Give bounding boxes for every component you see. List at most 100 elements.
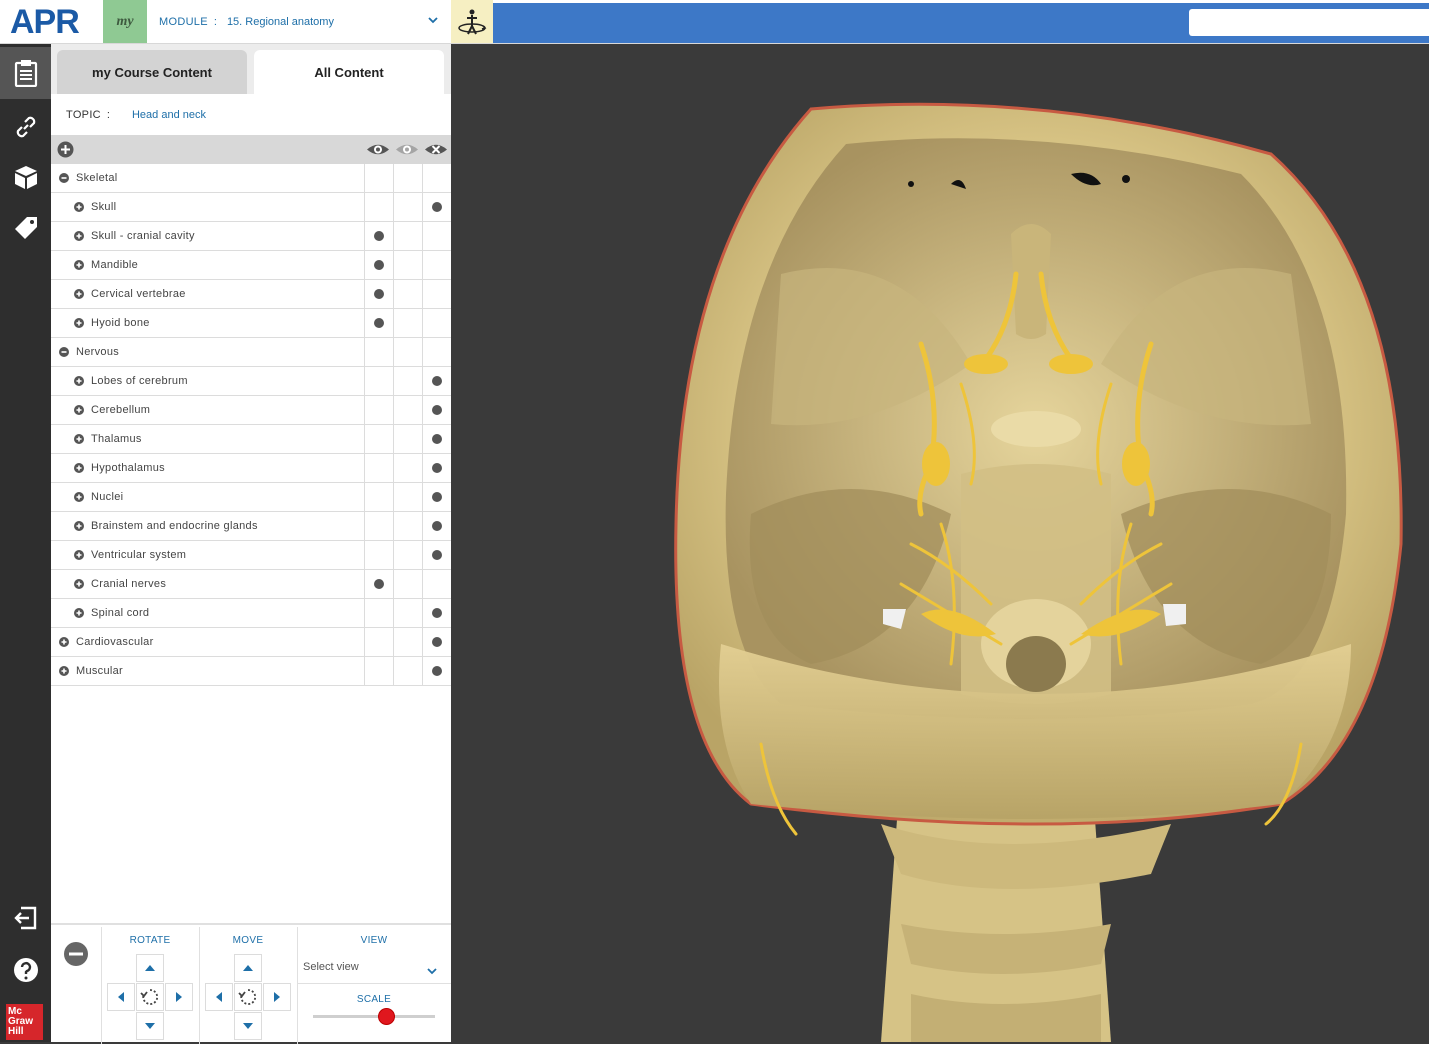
show-toggle[interactable] — [364, 396, 393, 424]
tree-row-label-group[interactable]: Ventricular system — [74, 541, 186, 569]
tree-row-label-group[interactable]: Skeletal — [59, 164, 118, 192]
tree-row-label-group[interactable]: Muscular — [59, 657, 123, 685]
tree-row[interactable]: Hypothalamus — [51, 454, 451, 483]
expand-icon[interactable] — [74, 260, 84, 270]
tree-row[interactable]: Hyoid bone — [51, 309, 451, 338]
scale-slider-handle[interactable] — [378, 1008, 396, 1025]
ghost-toggle[interactable] — [393, 657, 422, 685]
tree-row[interactable]: Mandible — [51, 251, 451, 280]
tree-row[interactable]: Skeletal — [51, 164, 451, 193]
move-up-button[interactable] — [234, 954, 262, 982]
ghost-toggle[interactable] — [393, 280, 422, 308]
topic-selector[interactable]: TOPIC : Head and neck — [51, 94, 451, 135]
show-toggle[interactable] — [364, 628, 393, 656]
tree-row[interactable]: Cranial nerves — [51, 570, 451, 599]
apr-logo[interactable]: APR — [0, 0, 103, 43]
tree-row-label-group[interactable]: Cranial nerves — [74, 570, 166, 598]
show-toggle[interactable] — [364, 657, 393, 685]
rail-item-models[interactable] — [0, 151, 51, 203]
expand-icon[interactable] — [74, 318, 84, 328]
rail-item-content[interactable] — [0, 47, 51, 99]
show-toggle[interactable] — [364, 541, 393, 569]
move-reset-button[interactable] — [234, 983, 262, 1011]
tree-row-label-group[interactable]: Cervical vertebrae — [74, 280, 186, 308]
collapse-icon[interactable] — [59, 173, 69, 183]
rotate-down-button[interactable] — [136, 1012, 164, 1040]
tree-row[interactable]: Cerebellum — [51, 396, 451, 425]
ghost-toggle[interactable] — [393, 570, 422, 598]
rotate-left-button[interactable] — [107, 983, 135, 1011]
ghost-toggle[interactable] — [393, 396, 422, 424]
ghost-toggle[interactable] — [393, 222, 422, 250]
chevron-down-icon[interactable] — [426, 965, 438, 977]
collapse-controls-icon[interactable] — [63, 941, 89, 967]
tree-row[interactable]: Nervous — [51, 338, 451, 367]
hide-toggle[interactable] — [422, 396, 451, 424]
expand-icon[interactable] — [74, 492, 84, 502]
ghost-toggle[interactable] — [393, 541, 422, 569]
show-toggle[interactable] — [364, 280, 393, 308]
hide-toggle[interactable] — [422, 599, 451, 627]
tree-row[interactable]: Spinal cord — [51, 599, 451, 628]
tree-row-label-group[interactable]: Nuclei — [74, 483, 123, 511]
show-toggle[interactable] — [364, 367, 393, 395]
tree-row[interactable]: Lobes of cerebrum — [51, 367, 451, 396]
hide-toggle[interactable] — [422, 367, 451, 395]
navigation-mode-button[interactable] — [451, 0, 493, 43]
tab-all-content[interactable]: All Content — [254, 50, 444, 94]
search-input[interactable] — [1189, 9, 1429, 36]
show-toggle[interactable] — [364, 425, 393, 453]
tree-row[interactable]: Skull — [51, 193, 451, 222]
tree-row-label-group[interactable]: Spinal cord — [74, 599, 149, 627]
show-toggle[interactable] — [364, 164, 393, 192]
move-right-button[interactable] — [263, 983, 291, 1011]
hide-icon[interactable] — [424, 141, 448, 158]
show-toggle[interactable] — [364, 570, 393, 598]
ghost-toggle[interactable] — [393, 425, 422, 453]
ghost-toggle[interactable] — [393, 512, 422, 540]
tree-row[interactable]: Skull - cranial cavity — [51, 222, 451, 251]
ghost-toggle[interactable] — [393, 628, 422, 656]
tree-row-label-group[interactable]: Skull — [74, 193, 116, 221]
tree-row-label-group[interactable]: Hypothalamus — [74, 454, 165, 482]
hide-toggle[interactable] — [422, 193, 451, 221]
move-down-button[interactable] — [234, 1012, 262, 1040]
rotate-reset-button[interactable] — [136, 983, 164, 1011]
ghost-toggle[interactable] — [393, 164, 422, 192]
tree-row-label-group[interactable]: Thalamus — [74, 425, 142, 453]
skull-model[interactable] — [451, 44, 1429, 1042]
tree-row[interactable]: Muscular — [51, 657, 451, 686]
module-selector[interactable]: MODULE : 15. Regional anatomy — [147, 0, 451, 43]
expand-icon[interactable] — [74, 521, 84, 531]
hide-toggle[interactable] — [422, 657, 451, 685]
ghost-toggle[interactable] — [393, 483, 422, 511]
hide-toggle[interactable] — [422, 222, 451, 250]
tree-row-label-group[interactable]: Brainstem and endocrine glands — [74, 512, 258, 540]
scale-slider-track[interactable] — [313, 1015, 435, 1018]
show-toggle[interactable] — [364, 599, 393, 627]
hide-toggle[interactable] — [422, 541, 451, 569]
hide-toggle[interactable] — [422, 338, 451, 366]
tree-row[interactable]: Thalamus — [51, 425, 451, 454]
hide-toggle[interactable] — [422, 512, 451, 540]
expand-all-icon[interactable] — [57, 141, 74, 158]
view-select[interactable]: Select view — [303, 961, 443, 973]
expand-icon[interactable] — [74, 376, 84, 386]
tree-row[interactable]: Brainstem and endocrine glands — [51, 512, 451, 541]
ghost-eye-icon[interactable] — [395, 141, 419, 158]
3d-viewer[interactable] — [451, 44, 1429, 1042]
rail-item-help[interactable] — [0, 944, 51, 996]
ghost-toggle[interactable] — [393, 251, 422, 279]
show-toggle[interactable] — [364, 338, 393, 366]
hide-toggle[interactable] — [422, 309, 451, 337]
tab-my-course-content[interactable]: my Course Content — [57, 50, 247, 94]
hide-toggle[interactable] — [422, 280, 451, 308]
tree-row[interactable]: Nuclei — [51, 483, 451, 512]
hide-toggle[interactable] — [422, 425, 451, 453]
expand-icon[interactable] — [74, 289, 84, 299]
tree-row-label-group[interactable]: Skull - cranial cavity — [74, 222, 195, 250]
rotate-right-button[interactable] — [165, 983, 193, 1011]
my-badge[interactable]: my — [103, 0, 147, 43]
tree-row-label-group[interactable]: Cardiovascular — [59, 628, 154, 656]
hide-toggle[interactable] — [422, 483, 451, 511]
